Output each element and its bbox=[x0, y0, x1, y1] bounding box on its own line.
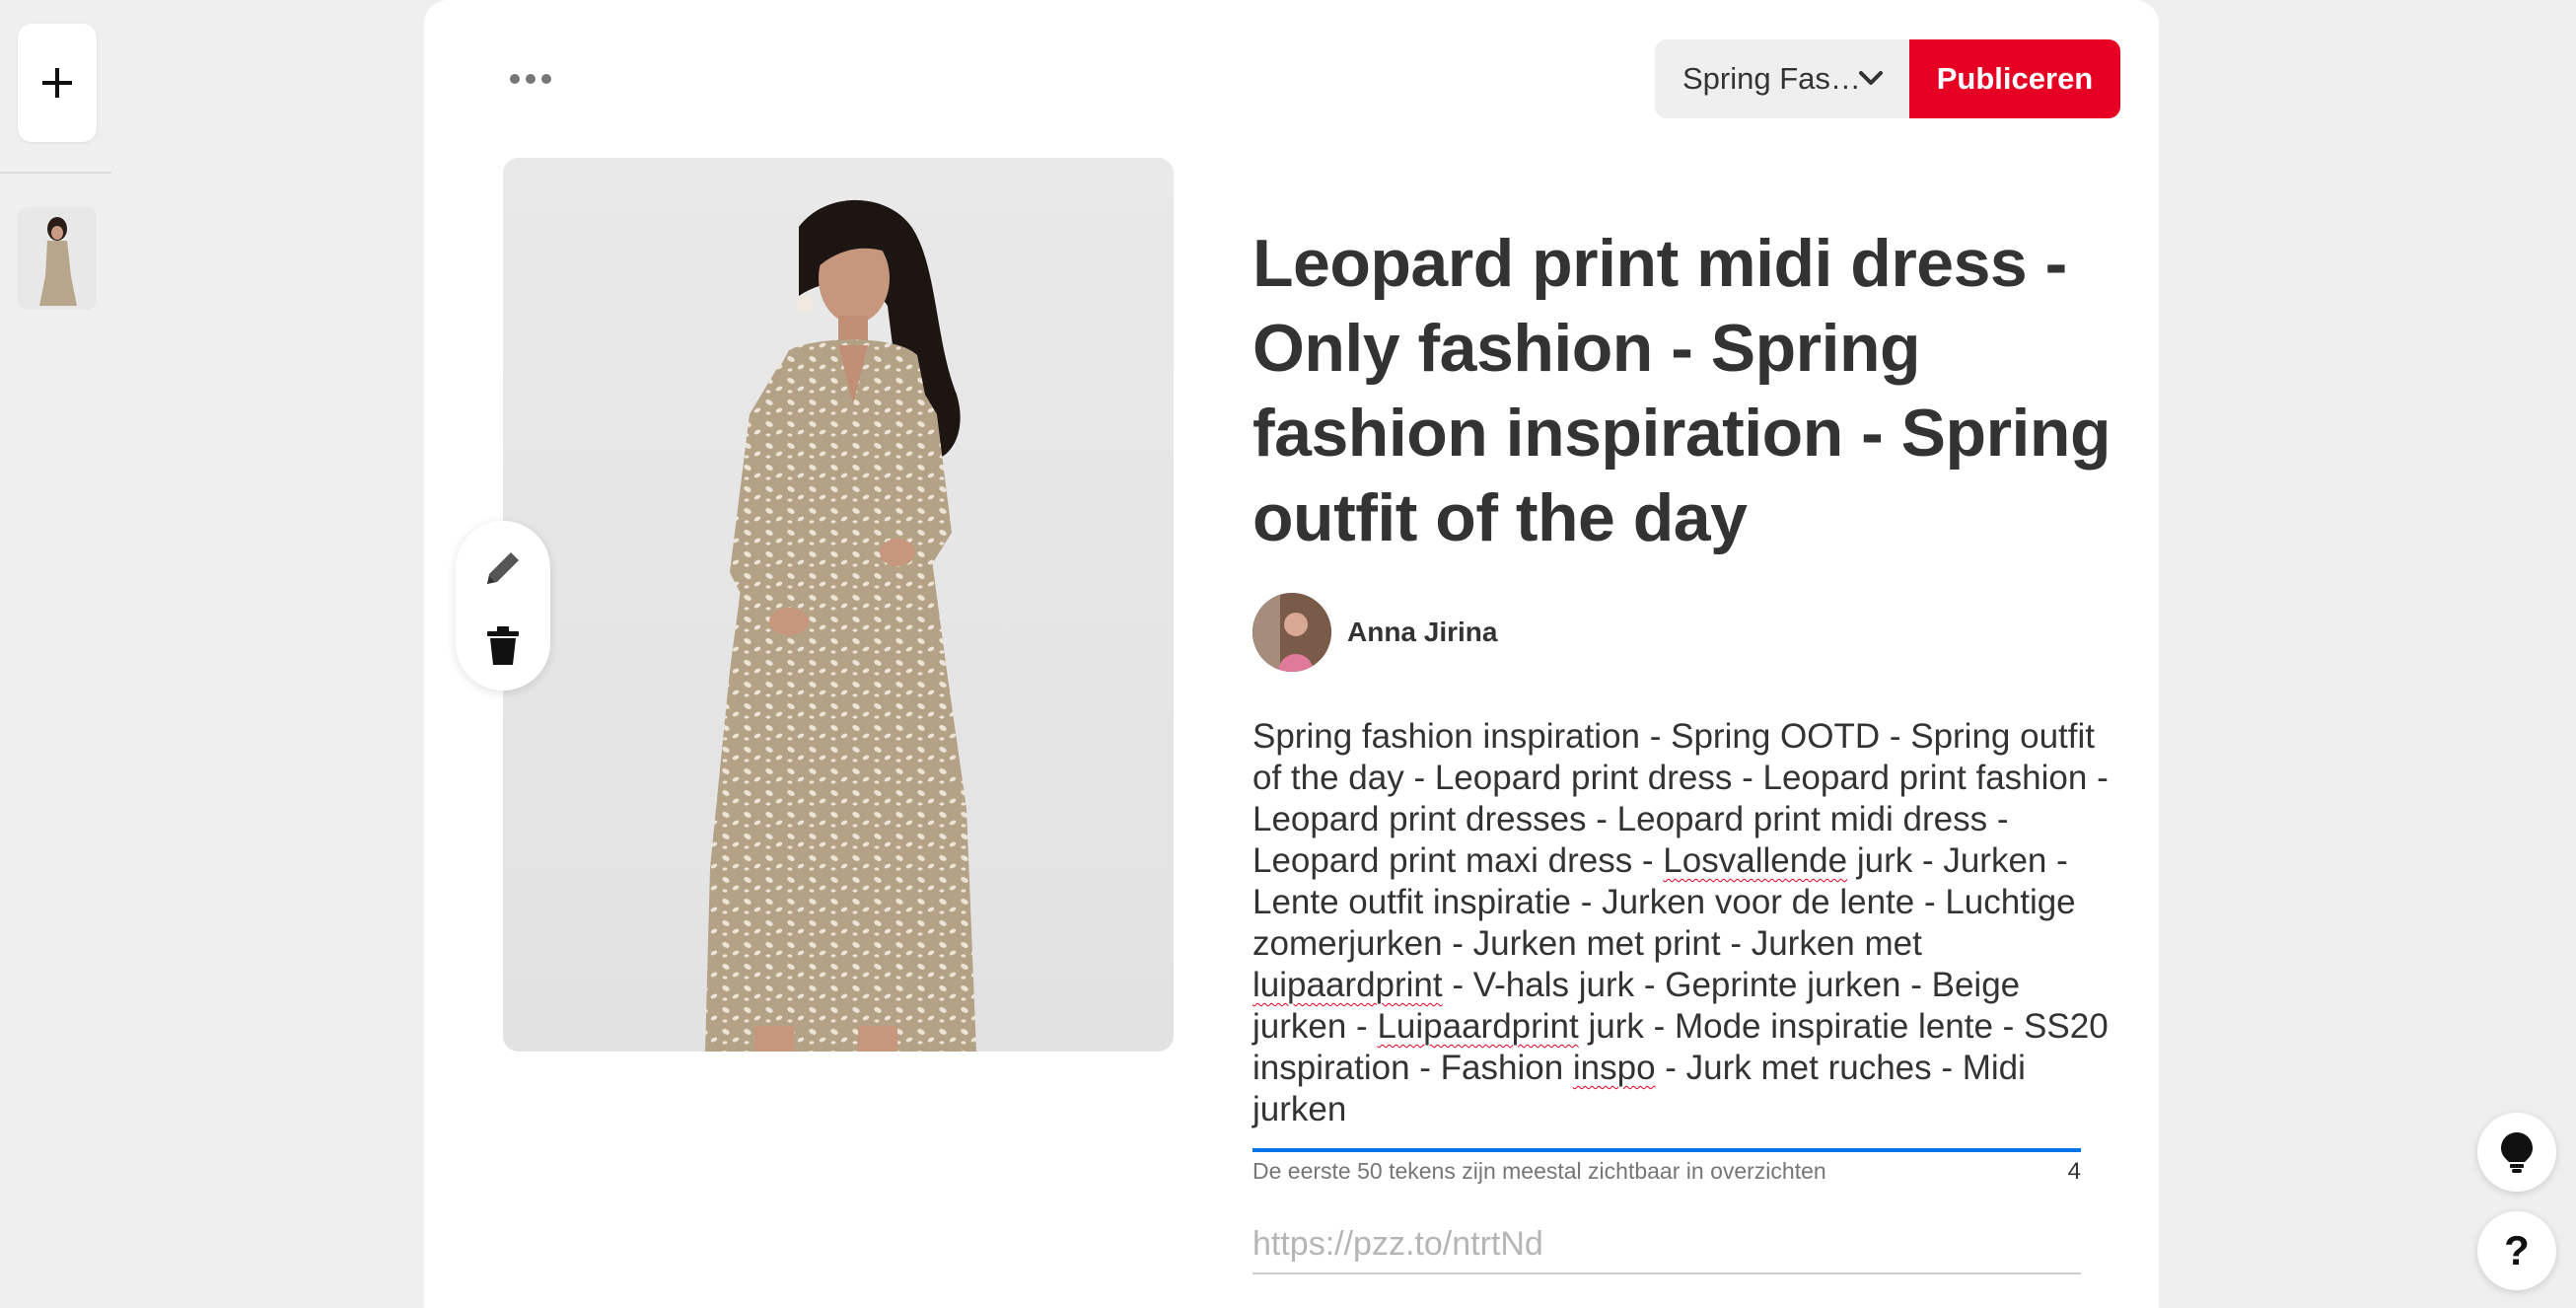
misspelled-word: Losvallende bbox=[1663, 841, 1848, 880]
pin-builder-card: Spring Fas… Publiceren Leopard print mid… bbox=[424, 0, 2159, 1308]
left-rail bbox=[0, 0, 113, 1308]
publish-button[interactable]: Publiceren bbox=[1909, 39, 2120, 118]
avatar bbox=[1252, 593, 1331, 672]
pin-image bbox=[503, 158, 1174, 1052]
more-options-button[interactable] bbox=[503, 59, 558, 99]
board-select-label: Spring Fas… bbox=[1682, 61, 1861, 96]
ellipsis-icon bbox=[510, 74, 551, 84]
author-name: Anna Jirina bbox=[1347, 617, 1498, 647]
pin-author: Anna Jirina bbox=[1252, 592, 1497, 673]
image-tools bbox=[456, 521, 550, 690]
plus-icon bbox=[42, 68, 72, 98]
chevron-down-icon bbox=[1859, 71, 1883, 85]
misspelled-word: Luipaardprint bbox=[1377, 1007, 1579, 1046]
description-hint: De eerste 50 tekens zijn meestal zichtba… bbox=[1252, 1158, 1826, 1184]
character-counter: 4 bbox=[2067, 1158, 2081, 1185]
tips-button[interactable] bbox=[2477, 1113, 2556, 1192]
description-focus-line bbox=[1252, 1148, 2081, 1152]
pin-title[interactable]: Leopard print midi dress - Only fashion … bbox=[1252, 221, 2120, 560]
rail-divider bbox=[0, 172, 111, 174]
pin-description[interactable]: Spring fashion inspiration - Spring OOTD… bbox=[1252, 716, 2120, 1130]
pencil-icon[interactable] bbox=[481, 546, 525, 590]
misspelled-word: luipaardprint bbox=[1252, 966, 1443, 1004]
destination-link-input[interactable] bbox=[1252, 1215, 2081, 1274]
board-select[interactable]: Spring Fas… bbox=[1655, 39, 1909, 118]
help-icon: ? bbox=[2504, 1227, 2530, 1273]
add-pin-button[interactable] bbox=[18, 24, 97, 142]
help-button[interactable]: ? bbox=[2477, 1211, 2556, 1290]
pin-thumbnail[interactable] bbox=[18, 207, 97, 310]
misspelled-word: inspo bbox=[1572, 1049, 1656, 1087]
trash-icon[interactable] bbox=[483, 623, 523, 667]
lightbulb-icon bbox=[2501, 1132, 2533, 1173]
